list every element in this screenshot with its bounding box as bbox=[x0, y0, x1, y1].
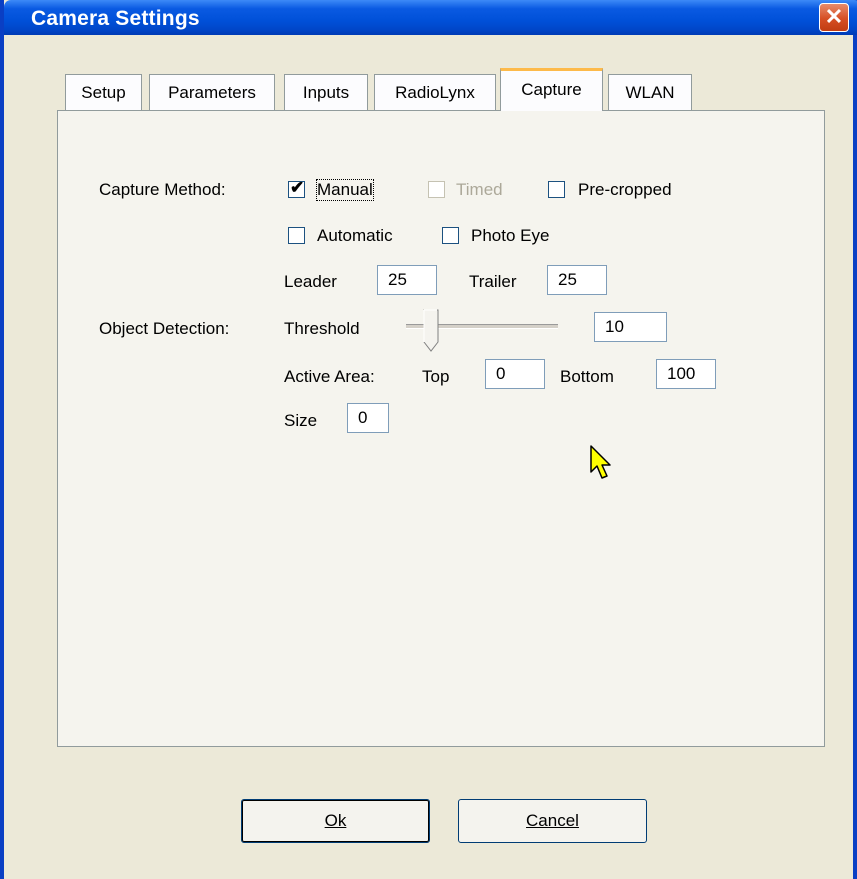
timed-label: Timed bbox=[456, 180, 503, 199]
mouse-pointer-icon bbox=[590, 445, 611, 479]
ok-button-label: Ok bbox=[324, 811, 347, 830]
size-input[interactable]: 0 bbox=[347, 403, 389, 433]
photo-eye-label[interactable]: Photo Eye bbox=[471, 226, 549, 246]
capture-method-label: Capture Method: bbox=[99, 180, 226, 199]
leader-input[interactable]: 25 bbox=[377, 265, 437, 295]
leader-label: Leader bbox=[284, 272, 337, 291]
object-detection-label: Object Detection: bbox=[99, 319, 230, 338]
threshold-input[interactable]: 10 bbox=[594, 312, 667, 342]
photo-eye-checkbox[interactable] bbox=[442, 227, 459, 244]
trailer-input[interactable]: 25 bbox=[547, 265, 607, 295]
threshold-slider-thumb[interactable] bbox=[423, 309, 439, 353]
threshold-label: Threshold bbox=[284, 319, 360, 338]
size-label: Size bbox=[284, 411, 318, 430]
top-input[interactable]: 0 bbox=[485, 359, 545, 389]
bottom-label: Bottom bbox=[560, 367, 614, 386]
active-area-label: Active Area: bbox=[284, 367, 375, 386]
top-label: Top bbox=[422, 367, 450, 386]
ok-button[interactable]: Ok bbox=[241, 799, 430, 843]
checkmark-icon: ✔ bbox=[290, 178, 305, 197]
automatic-checkbox[interactable] bbox=[288, 227, 305, 244]
cancel-button-label: Cancel bbox=[526, 811, 579, 830]
timed-checkbox bbox=[428, 181, 445, 198]
camera-settings-window: Camera Settings ✕ Setup Parameters Input… bbox=[0, 0, 857, 879]
precropped-checkbox[interactable] bbox=[548, 181, 565, 198]
precropped-label[interactable]: Pre-cropped bbox=[578, 180, 672, 200]
cancel-button[interactable]: Cancel bbox=[458, 799, 647, 843]
automatic-label[interactable]: Automatic bbox=[317, 226, 407, 246]
manual-label[interactable]: Manual bbox=[316, 179, 374, 201]
trailer-label: Trailer bbox=[469, 272, 517, 291]
bottom-input[interactable]: 100 bbox=[656, 359, 716, 389]
manual-checkbox[interactable]: ✔ bbox=[288, 178, 305, 198]
